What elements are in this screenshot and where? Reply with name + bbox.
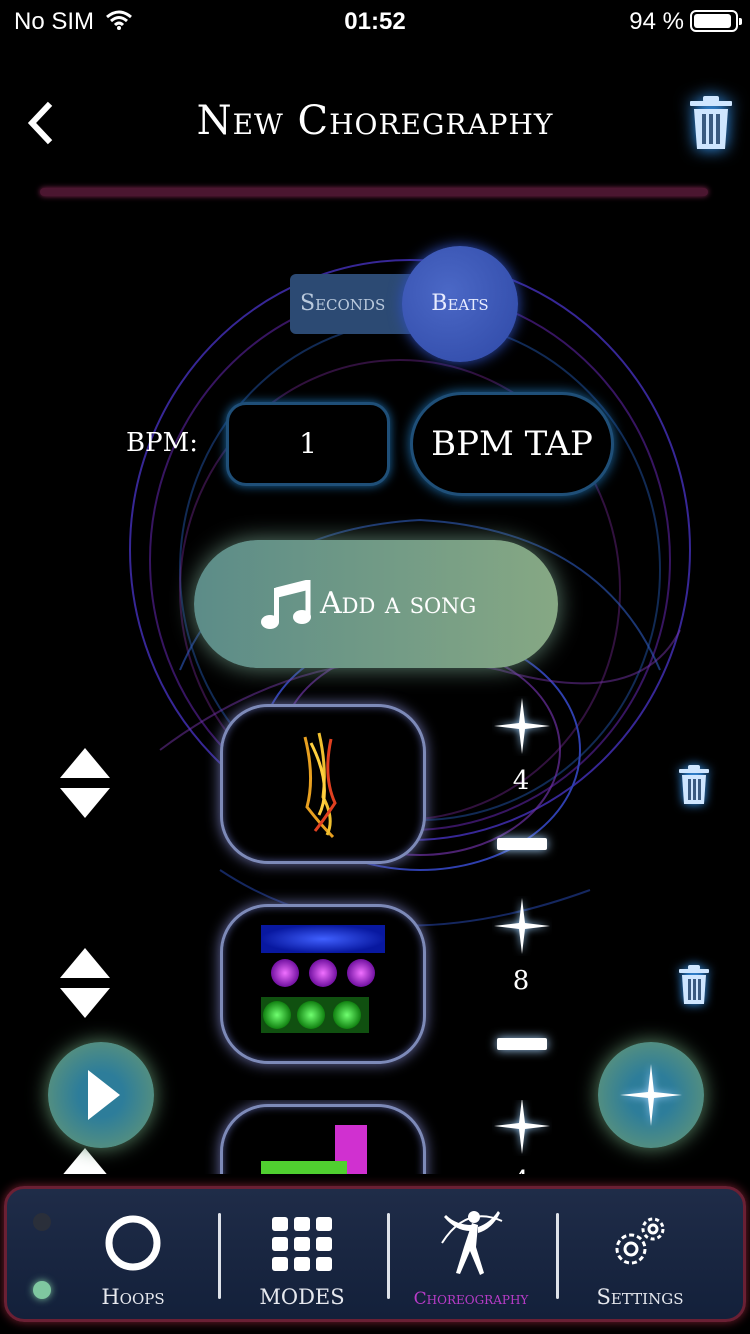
tab-hoops[interactable]: Hoops [49,1189,217,1319]
gears-icon [615,1217,665,1265]
add-song-label: Add a song [320,586,477,621]
plus-icon [620,1064,682,1126]
color-bars-preview [261,1125,367,1174]
header-divider [40,188,708,196]
tab-label: Hoops [101,1285,165,1309]
bpm-input[interactable]: 1 [226,402,390,486]
reorder-arrows-icon[interactable] [56,946,114,1020]
increase-count-icon[interactable] [492,696,552,756]
increase-count-icon[interactable] [492,896,552,956]
decrease-count-icon[interactable] [497,838,547,850]
play-icon [88,1070,120,1120]
tab-label: Choreography [413,1289,529,1309]
tab-choreography[interactable]: Choreography [387,1189,555,1319]
page-title: New Choregraphy [196,98,554,144]
grid-icon [272,1217,332,1271]
step-mode-tile[interactable] [220,904,426,1064]
trash-icon[interactable] [686,94,736,152]
trash-icon[interactable] [677,764,711,806]
bpm-tap-button[interactable]: BPM TAP [410,392,614,496]
status-bar: No SIM 01:52 94 % [0,0,750,42]
beats-option[interactable]: Beats [402,246,518,362]
tab-modes[interactable]: MODES [218,1189,386,1319]
tab-bar: Hoops MODES Choreography Settings [4,1186,746,1322]
step-count: 4 [512,766,530,796]
time-mode-toggle: Seconds Beats [290,246,518,362]
flame-lines-preview [303,732,337,839]
reorder-arrows-icon[interactable] [56,1146,114,1174]
add-step-button[interactable] [598,1042,704,1148]
bpm-label: BPM: [126,428,198,458]
step-mode-tile[interactable] [220,704,426,864]
color-dots-preview [261,925,385,1033]
step-mode-tile[interactable] [220,1104,426,1174]
step-count: 4 [491,1166,551,1174]
trash-icon[interactable] [677,964,711,1006]
decrease-count-icon[interactable] [497,1038,547,1050]
tab-settings[interactable]: Settings [556,1189,724,1319]
ring-icon [105,1215,161,1271]
step-count: 8 [512,966,530,996]
increase-count-icon[interactable] [492,1100,552,1156]
tab-label: MODES [259,1285,345,1309]
battery-icon [690,10,742,32]
battery-percent: 94 % [629,8,684,35]
play-button[interactable] [48,1042,154,1148]
dancer-icon [441,1211,503,1275]
music-note-icon [261,580,311,629]
add-song-button[interactable]: Add a song [194,540,558,668]
reorder-arrows-icon[interactable] [56,746,114,820]
tab-label: Settings [596,1285,684,1309]
